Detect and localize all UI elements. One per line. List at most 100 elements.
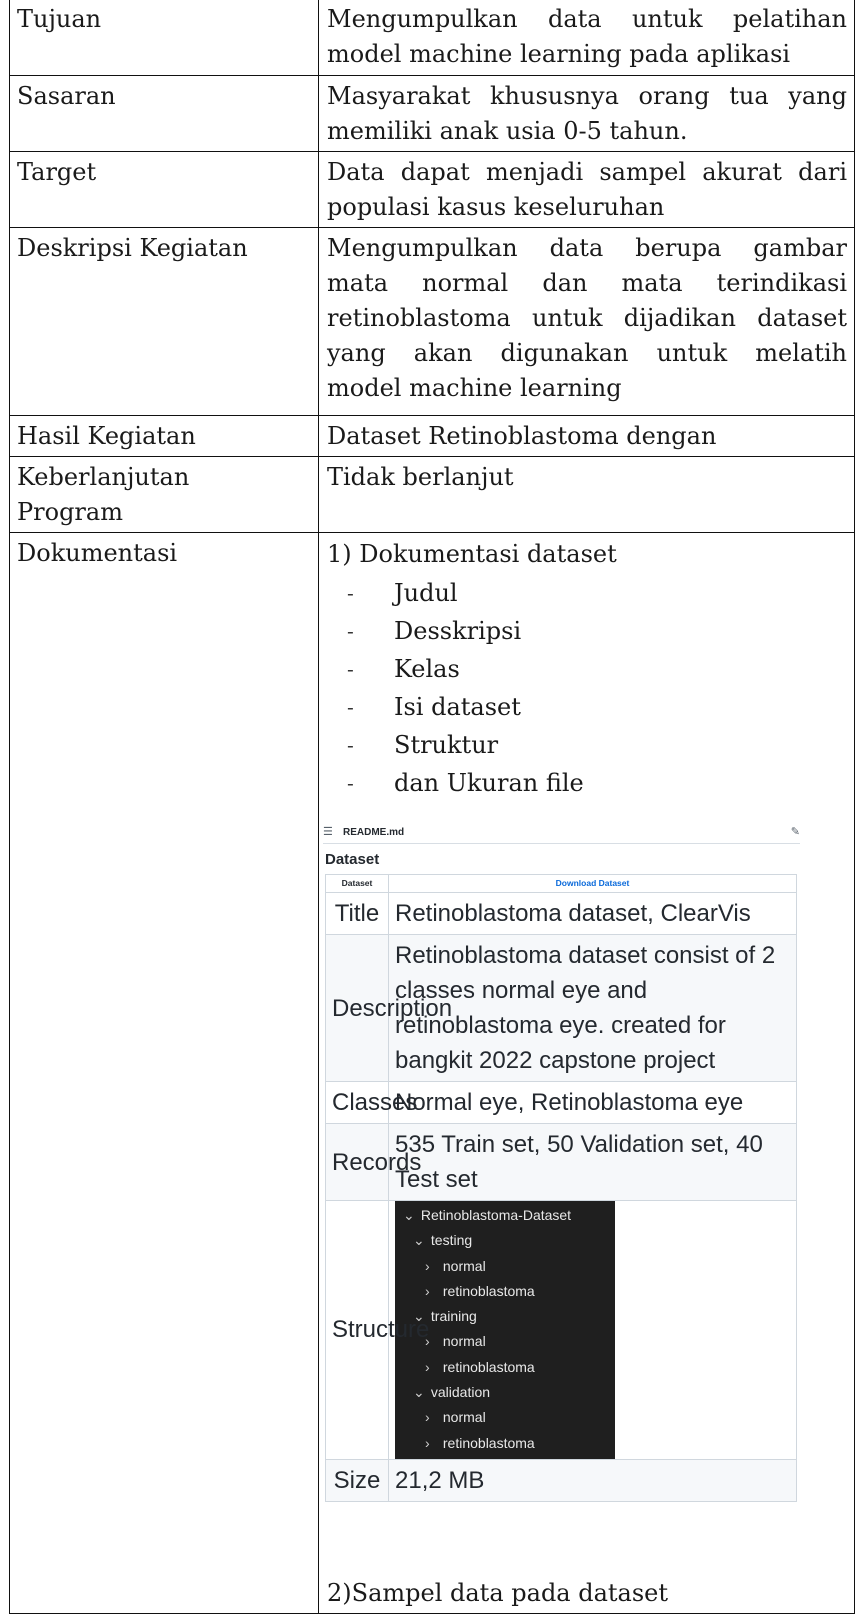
list-item-label: Struktur (394, 731, 499, 759)
tree-node[interactable]: ⌄ validation (395, 1380, 615, 1405)
chevron-right-icon: › (425, 1282, 430, 1299)
table-row: Size 21,2 MB (325, 1458, 797, 1502)
doc-heading: 2)Sampel data pada dataset (327, 1578, 669, 1607)
row-value-line: Masyarakat khususnya orang tua yang (327, 82, 847, 110)
list-item-label: Desskripsi (394, 617, 522, 645)
row-label: Target (9, 151, 319, 228)
row-label: Hasil Kegiatan (9, 415, 319, 457)
tree-node[interactable]: › retinoblastoma (395, 1279, 615, 1304)
table-key: Size (325, 1458, 389, 1502)
pencil-icon[interactable]: ✎ (791, 815, 800, 850)
tree-node-label: validation (430, 1384, 491, 1401)
readme-filename: README.md (343, 826, 405, 838)
folder-tree: ⌄ Retinoblastoma-Dataset ⌄ testing › nor… (395, 1200, 615, 1460)
tree-node-label: training (430, 1308, 477, 1325)
tree-node-label: retinoblastoma (442, 1282, 535, 1299)
chevron-right-icon: › (425, 1409, 430, 1426)
dash-bullet: - (347, 619, 354, 643)
table-row: Deskripsi Kegiatan Mengumpulkan data ber… (9, 227, 855, 416)
row-label-line: Keberlanjutan (17, 463, 190, 491)
row-value: Data dapat menjadi sampel akurat dari po… (318, 151, 855, 228)
row-value-line: yang akan digunakan untuk melatih (327, 339, 847, 367)
row-value-line: model machine learning (327, 374, 622, 402)
table-row: Classes Normal eye, Retinoblastoma eye (325, 1081, 797, 1124)
table-row: Tujuan Mengumpulkan data untuk pelatihan… (9, 0, 855, 76)
row-value: Masyarakat khususnya orang tua yang memi… (318, 75, 855, 152)
list-item-label: Kelas (394, 655, 460, 683)
table-value: Normal eye, Retinoblastoma eye (388, 1081, 797, 1124)
readme-header: ☰ README.md ✎ (323, 821, 800, 844)
readme-screenshot: ☰ README.md ✎ Dataset Dataset Download D… (323, 821, 800, 1502)
tree-node-label: Retinoblastoma-Dataset (420, 1207, 572, 1223)
download-dataset-link[interactable]: Download Dataset (388, 874, 797, 893)
table-row: Title Retinoblastoma dataset, ClearVis (325, 892, 797, 935)
tree-node-label: normal (442, 1409, 486, 1426)
dash-bullet: - (347, 771, 354, 795)
chevron-down-icon: ⌄ (403, 1207, 415, 1223)
row-value-line: populasi kasus keseluruhan (327, 193, 665, 221)
list-item-label: Judul (394, 579, 458, 607)
table-key: Records (325, 1123, 421, 1201)
list-item: - dan Ukuran file (327, 764, 847, 802)
row-value-line: model machine learning pada aplikasi (327, 40, 791, 68)
table-value: 21,2 MB (388, 1458, 797, 1502)
table-value: Retinoblastoma dataset, ClearVis (388, 892, 797, 935)
chevron-down-icon: ⌄ (413, 1232, 425, 1249)
table-key: Description (325, 934, 452, 1082)
table-row: Hasil Kegiatan Dataset Retinoblastoma de… (9, 415, 855, 457)
activity-table: Tujuan Mengumpulkan data untuk pelatihan… (9, 0, 855, 1614)
chevron-right-icon: › (425, 1358, 430, 1375)
table-key: Title (325, 892, 389, 935)
table-value: ⌄ Retinoblastoma-Dataset ⌄ testing › nor… (388, 1200, 797, 1460)
tree-node[interactable]: › retinoblastoma (395, 1431, 615, 1456)
row-label: Dokumentasi (9, 532, 319, 1614)
row-label: Deskripsi Kegiatan (9, 227, 319, 416)
dash-bullet: - (347, 657, 354, 681)
dash-bullet: - (347, 733, 354, 757)
row-value: Mengumpulkan data untuk pelatihan model … (318, 0, 855, 76)
dash-bullet: - (347, 695, 354, 719)
chevron-down-icon: ⌄ (413, 1308, 425, 1325)
table-row: Records 535 Train set, 50 Validation set… (325, 1123, 797, 1201)
list-icon[interactable]: ☰ (323, 815, 335, 850)
row-label: Sasaran (9, 75, 319, 152)
tree-node[interactable]: ⌄ Retinoblastoma-Dataset (395, 1203, 615, 1228)
tree-node[interactable]: › normal (395, 1254, 615, 1279)
list-item: - Struktur (327, 726, 847, 764)
row-value-line: memiliki anak usia 0-5 tahun. (327, 117, 688, 145)
tree-node[interactable]: › normal (395, 1329, 615, 1354)
tree-node-label: testing (430, 1232, 473, 1249)
list-item: - Isi dataset (327, 688, 847, 726)
tree-node[interactable]: ⌄ testing (395, 1228, 615, 1253)
list-item-label: dan Ukuran file (394, 769, 584, 797)
chevron-down-icon: ⌄ (413, 1384, 425, 1401)
list-item: - Judul (327, 574, 847, 612)
row-value-line: Mengumpulkan data untuk pelatihan (327, 5, 847, 33)
tree-node-label: normal (442, 1333, 486, 1350)
row-value: Dataset Retinoblastoma dengan (318, 415, 855, 457)
readme-title: Dataset (325, 851, 380, 868)
table-row: Dokumentasi 1) Dokumentasi dataset - Judu… (9, 532, 855, 1614)
doc-heading: 1) Dokumentasi dataset (327, 540, 617, 568)
table-row: Structure ⌄ Retinoblastoma-Dataset ⌄ tes… (325, 1200, 797, 1460)
tree-node[interactable]: › retinoblastoma (395, 1355, 615, 1380)
row-value-line: Data dapat menjadi sampel akurat dari (327, 158, 847, 186)
row-label: Keberlanjutan Program (9, 456, 319, 533)
row-value: 1) Dokumentasi dataset - Judul - Desskrips… (318, 532, 855, 1614)
table-row: Keberlanjutan Program Tidak berlanjut (9, 456, 855, 533)
chevron-right-icon: › (425, 1434, 430, 1451)
table-row: Sasaran Masyarakat khususnya orang tua y… (9, 75, 855, 152)
tree-node[interactable]: ⌄ training (395, 1304, 615, 1329)
row-value-line: retinoblastoma untuk dijadikan dataset (327, 304, 847, 332)
table-value: 535 Train set, 50 Validation set, 40 Tes… (388, 1123, 797, 1201)
chevron-right-icon: › (425, 1333, 430, 1350)
table-row: Dataset Download Dataset (325, 874, 797, 893)
table-value: Retinoblastoma dataset consist of 2 clas… (388, 934, 797, 1082)
row-value-line: Mengumpulkan data berupa gambar (327, 234, 847, 262)
tree-node[interactable]: › normal (395, 1405, 615, 1430)
list-item: - Kelas (327, 650, 847, 688)
table-header-key: Dataset (325, 874, 389, 893)
chevron-right-icon: › (425, 1257, 430, 1274)
row-value: Tidak berlanjut (318, 456, 855, 533)
tree-node-label: retinoblastoma (442, 1434, 535, 1451)
